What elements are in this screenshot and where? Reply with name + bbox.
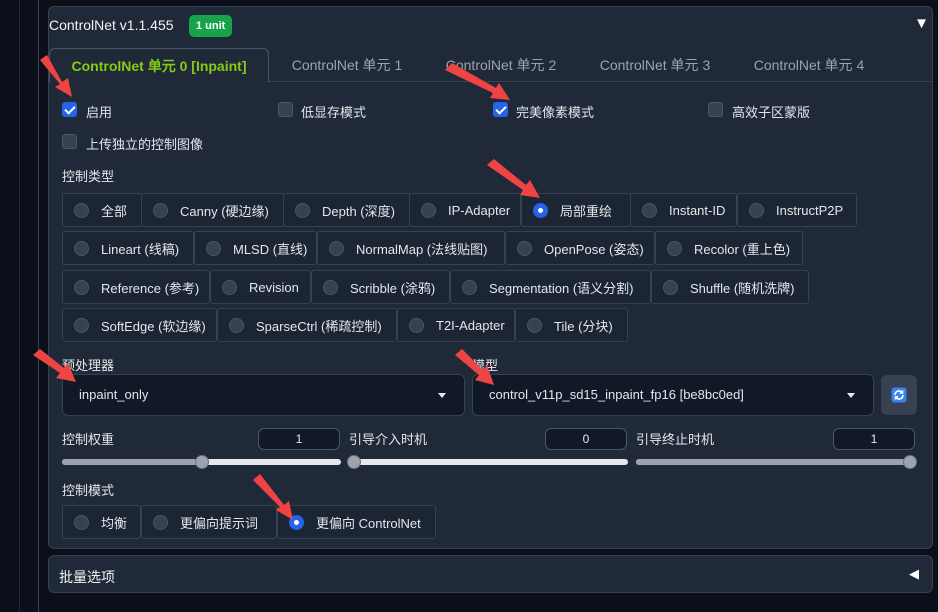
control-type-normalmap[interactable]: NormalMap (法线贴图) (317, 231, 505, 265)
radio-icon (153, 202, 168, 218)
radio-icon (74, 202, 89, 218)
enable-checkbox[interactable] (62, 102, 77, 117)
radio-icon (74, 317, 89, 333)
control-type-t2i-adapter[interactable]: T2I-Adapter (397, 308, 515, 342)
preprocessor-label: 预处理器 (62, 358, 115, 373)
model-label: 模型 (472, 358, 499, 373)
radio-icon (517, 240, 532, 256)
guidance-start-input[interactable]: 0 (545, 428, 627, 450)
control-type-openpose[interactable]: OpenPose (姿态) (505, 231, 655, 265)
radio-icon (74, 514, 89, 530)
tab-unit-2[interactable]: ControlNet 单元 2 (430, 48, 572, 82)
tab-unit-0[interactable]: ControlNet 单元 0 [Inpaint] (49, 48, 269, 83)
control-type-scribble[interactable]: Scribble (涂鸦) (311, 270, 450, 304)
radio-icon (663, 279, 678, 295)
control-mode-prompt[interactable]: 更偏向提示词 (141, 505, 277, 539)
model-dropdown[interactable]: control_v11p_sd15_inpaint_fp16 [be8bc0ed… (472, 374, 874, 416)
control-type-depth[interactable]: Depth (深度) (283, 193, 410, 227)
radio-icon (153, 514, 168, 530)
tab-unit-3[interactable]: ControlNet 单元 3 (584, 48, 726, 82)
collapse-icon[interactable]: ▼ (914, 15, 929, 32)
low-vram-checkbox[interactable] (278, 102, 293, 117)
batch-options-label: 批量选项 (59, 569, 115, 585)
control-weight-slider[interactable] (62, 455, 341, 469)
control-type-recolor[interactable]: Recolor (重上色) (655, 231, 803, 265)
control-type-revision[interactable]: Revision (210, 270, 311, 304)
radio-icon (749, 202, 764, 218)
control-type-all[interactable]: 全部 (62, 193, 142, 227)
tab-unit-1[interactable]: ControlNet 单元 1 (276, 48, 418, 82)
preprocessor-dropdown[interactable]: inpaint_only (62, 374, 465, 416)
radio-icon (667, 240, 682, 256)
guidance-end-input[interactable]: 1 (833, 428, 915, 450)
slider-thumb[interactable] (194, 455, 209, 469)
radio-icon (74, 240, 89, 256)
radio-icon (409, 317, 424, 333)
unit-tabs: ControlNet 单元 0 [Inpaint] ControlNet 单元 … (49, 48, 933, 83)
slider-thumb[interactable] (347, 455, 361, 469)
guidance-start-slider[interactable] (347, 455, 628, 469)
control-type-softedge[interactable]: SoftEdge (软边缘) (62, 308, 217, 342)
control-type-instructp2p[interactable]: InstructP2P (737, 193, 857, 227)
control-weight-input[interactable]: 1 (258, 428, 340, 450)
control-type-canny[interactable]: Canny (硬边缘) (141, 193, 284, 227)
chevron-down-icon (438, 393, 446, 398)
batch-options-accordion[interactable]: 批量选项 ◀ (48, 555, 933, 593)
panel-title[interactable]: ControlNet v1.1.455 (49, 17, 174, 33)
control-type-shuffle[interactable]: Shuffle (随机洗牌) (651, 270, 809, 304)
control-type-instant-id[interactable]: Instant-ID (630, 193, 737, 227)
unit-count-badge: 1 unit (189, 15, 233, 37)
refresh-button[interactable] (881, 375, 917, 415)
radio-icon (222, 279, 237, 295)
pixel-perfect-label: 完美像素模式 (516, 105, 595, 120)
control-type-ip-adapter[interactable]: IP-Adapter (409, 193, 521, 227)
control-type-mlsd[interactable]: MLSD (直线) (194, 231, 317, 265)
control-type-segmentation[interactable]: Segmentation (语义分割) (450, 270, 651, 304)
upload-independent-checkbox[interactable] (62, 134, 77, 149)
radio-icon (421, 202, 436, 218)
radio-icon (206, 240, 221, 256)
efficient-mask-checkbox[interactable] (708, 102, 723, 117)
control-weight-label: 控制权重 (62, 432, 115, 447)
guidance-start-label: 引导介入时机 (349, 432, 428, 447)
control-type-reference[interactable]: Reference (参考) (62, 270, 210, 304)
radio-icon (229, 317, 244, 333)
efficient-mask-label: 高效子区蒙版 (732, 105, 811, 120)
slider-thumb[interactable] (903, 455, 917, 469)
radio-icon (323, 279, 338, 295)
radio-selected-icon (289, 514, 304, 530)
control-mode-controlnet[interactable]: 更偏向 ControlNet (277, 505, 436, 539)
tab-unit-4[interactable]: ControlNet 单元 4 (738, 48, 880, 82)
control-type-lineart[interactable]: Lineart (线稿) (62, 231, 194, 265)
control-type-tile[interactable]: Tile (分块) (515, 308, 628, 342)
radio-icon (295, 202, 310, 218)
radio-icon (642, 202, 657, 218)
control-type-sparsectrl[interactable]: SparseCtrl (稀疏控制) (217, 308, 397, 342)
left-strip (0, 0, 20, 612)
pixel-perfect-checkbox[interactable] (493, 102, 508, 117)
upload-independent-label: 上传独立的控制图像 (86, 137, 204, 152)
guidance-end-slider[interactable] (636, 455, 917, 469)
enable-label: 启用 (86, 105, 113, 120)
control-mode-label: 控制模式 (62, 483, 115, 498)
low-vram-label: 低显存模式 (301, 105, 367, 120)
guidance-end-label: 引导终止时机 (636, 432, 715, 447)
chevron-down-icon (847, 393, 855, 398)
radio-icon (527, 317, 542, 333)
control-type-inpaint[interactable]: 局部重绘 (521, 193, 631, 227)
control-type-label: 控制类型 (62, 169, 115, 184)
control-mode-balanced[interactable]: 均衡 (62, 505, 141, 539)
radio-icon (74, 279, 89, 295)
radio-icon (462, 279, 477, 295)
refresh-icon (891, 387, 907, 403)
radio-selected-icon (533, 202, 548, 218)
expand-icon: ◀ (909, 566, 919, 581)
radio-icon (329, 240, 344, 256)
